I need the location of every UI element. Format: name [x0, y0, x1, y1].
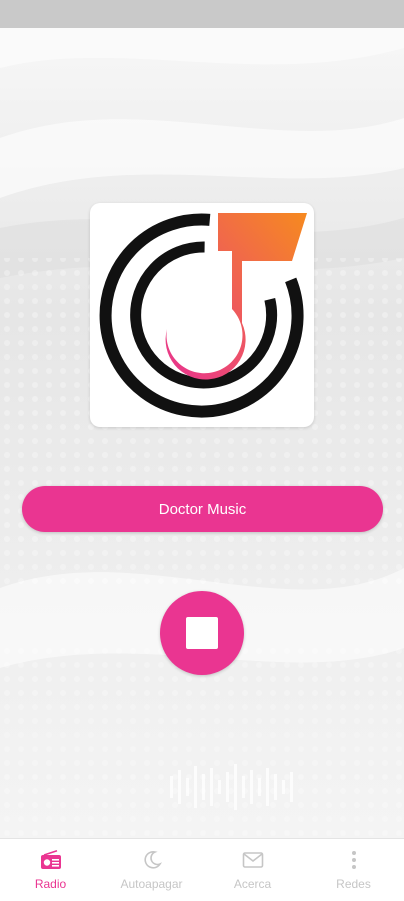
mail-icon: [242, 849, 264, 871]
moon-icon: [142, 849, 162, 871]
background-waves: [0, 28, 404, 838]
nav-item-autoapagar[interactable]: Autoapagar: [101, 839, 202, 901]
station-name: Doctor Music: [158, 500, 247, 518]
nav-label-redes: Redes: [336, 877, 371, 891]
stop-icon: [186, 617, 218, 649]
station-logo: [90, 203, 314, 427]
radio-icon: [40, 849, 62, 871]
nav-item-radio[interactable]: Radio: [0, 839, 101, 901]
status-bar: [0, 0, 404, 28]
stop-button[interactable]: [160, 591, 244, 675]
bottom-navigation: Radio Autoapagar Acerca Redes: [0, 838, 404, 901]
nav-item-acerca[interactable]: Acerca: [202, 839, 303, 901]
nav-label-radio: Radio: [34, 877, 67, 891]
station-name-button[interactable]: Doctor Music: [22, 486, 383, 532]
nav-label-autoapagar: Autoapagar: [120, 877, 183, 891]
more-vert-icon: [351, 849, 357, 871]
nav-item-redes[interactable]: Redes: [303, 839, 404, 901]
nav-label-acerca: Acerca: [233, 877, 272, 891]
